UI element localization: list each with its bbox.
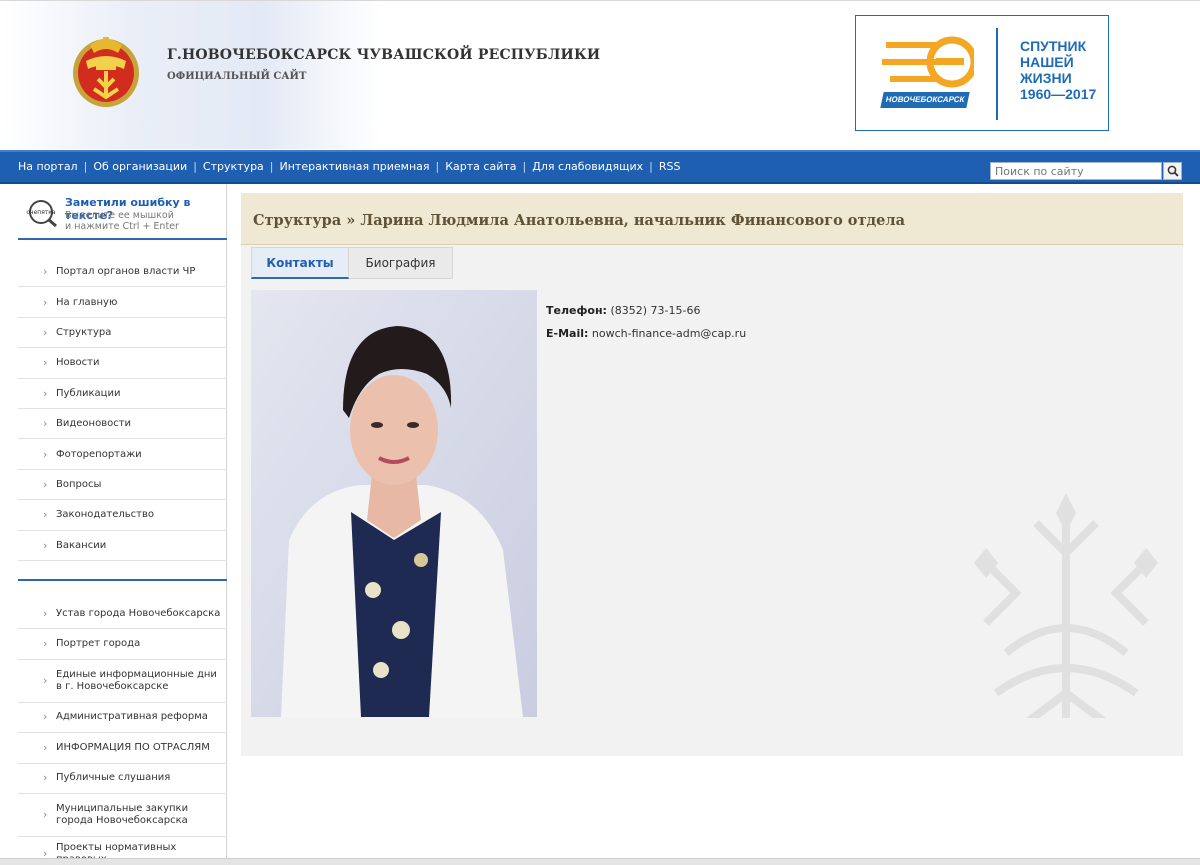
nav-separator: |: [522, 160, 527, 173]
sidebar-item[interactable]: Вакансии: [18, 531, 227, 561]
sidebar-item[interactable]: Портрет города: [18, 629, 227, 660]
main-content: Структура » Ларина Людмила Анатольевна, …: [241, 193, 1183, 756]
sidebar-item[interactable]: Видеоновости: [18, 409, 227, 440]
banner-slogan: СПУТНИК НАШЕЙ ЖИЗНИ 1960—2017: [1020, 38, 1110, 102]
sidebar-item[interactable]: Публикации: [18, 379, 227, 409]
nav-link-about[interactable]: Об организации: [93, 160, 187, 173]
sidebar-item[interactable]: Вопросы: [18, 470, 227, 501]
portrait-photo: [251, 290, 537, 717]
sidebar-item[interactable]: Административная реформа: [18, 703, 227, 734]
typo-hint: Выделите ее мышкой и нажмите Ctrl + Ente…: [65, 210, 179, 232]
typo-report-box: очепятка Заметили ошибку в тексте? Выдел…: [18, 192, 227, 240]
tab-biography[interactable]: Биография: [349, 247, 453, 279]
typo-icon-label: очепятка: [26, 209, 56, 216]
sidebar-item[interactable]: Муниципальные закупки города Новочебокса…: [18, 794, 227, 837]
sidebar-item[interactable]: Новости: [18, 348, 227, 379]
search-button[interactable]: [1163, 162, 1182, 180]
nav-link-sitemap[interactable]: Карта сайта: [445, 160, 516, 173]
sidebar-item[interactable]: ИНФОРМАЦИЯ ПО ОТРАСЛЯМ: [18, 733, 227, 764]
nav-link-reception[interactable]: Интерактивная приемная: [280, 160, 430, 173]
phone-value: (8352) 73-15-66: [610, 304, 701, 317]
nav-link-rss[interactable]: RSS: [659, 160, 681, 173]
sidebar-item[interactable]: На главную: [18, 287, 227, 318]
nav-link-accessibility[interactable]: Для слабовидящих: [532, 160, 643, 173]
search-input[interactable]: [990, 162, 1162, 180]
site-subtitle: ОФИЦИАЛЬНЫЙ САЙТ: [167, 71, 307, 82]
contact-info: Телефон: (8352) 73-15-66 E-Mail: nowch-f…: [546, 299, 746, 345]
sidebar-menu-main: Портал органов власти ЧР На главную Стру…: [18, 257, 227, 561]
content-footer-strip: [241, 718, 1183, 756]
search-icon: [1167, 165, 1179, 177]
sidebar-item[interactable]: Публичные слушания: [18, 764, 227, 794]
top-navigation: На портал | Об организации | Структура |…: [0, 150, 1200, 184]
window-bottom-edge: [0, 858, 1200, 865]
nav-link-portal[interactable]: На портал: [18, 160, 78, 173]
sidebar-item[interactable]: Законодательство: [18, 500, 227, 531]
page-heading-bar: Структура » Ларина Людмила Анатольевна, …: [241, 193, 1183, 245]
sidebar-item[interactable]: Структура: [18, 318, 227, 349]
content-tabs: Контакты Биография: [251, 247, 453, 279]
banner-slogan-line: НАШЕЙ: [1020, 54, 1074, 70]
sidebar-divider: [18, 579, 227, 581]
sidebar-item[interactable]: Портал органов власти ЧР: [18, 257, 227, 288]
page-title: Структура » Ларина Людмила Анатольевна, …: [253, 212, 905, 229]
phone-label: Телефон:: [546, 304, 607, 317]
typo-hint-line: и нажмите Ctrl + Enter: [65, 221, 179, 232]
banner-slogan-line: СПУТНИК: [1020, 38, 1087, 54]
left-sidebar: очепятка Заметили ошибку в тексте? Выдел…: [18, 184, 227, 865]
phone-row: Телефон: (8352) 73-15-66: [546, 299, 746, 322]
banner-slogan-line: 1960—2017: [1020, 86, 1097, 102]
coat-of-arms-icon[interactable]: [70, 31, 142, 109]
site-header: Г.НОВОЧЕБОКСАРСК ЧУВАШСКОЙ РЕСПУБЛИКИ ОФ…: [0, 0, 1200, 149]
nav-separator: |: [435, 160, 440, 173]
email-value[interactable]: nowch-finance-adm@cap.ru: [592, 327, 746, 340]
email-label: E-Mail:: [546, 327, 589, 340]
nav-separator: |: [269, 160, 274, 173]
nav-separator: |: [193, 160, 197, 173]
anniversary-banner[interactable]: НОВОЧЕБОКСАРСК СПУТНИК НАШЕЙ ЖИЗНИ 1960—…: [855, 15, 1109, 131]
banner-slogan-line: ЖИЗНИ: [1020, 70, 1072, 86]
nav-links: На портал | Об организации | Структура |…: [18, 160, 681, 173]
banner-city-label: НОВОЧЕБОКСАРСК: [880, 92, 970, 108]
city-logo-icon: [882, 36, 974, 88]
nav-link-structure[interactable]: Структура: [203, 160, 264, 173]
nav-separator: |: [83, 160, 88, 173]
tab-contacts[interactable]: Контакты: [251, 247, 349, 279]
typo-hint-line: Выделите ее мышкой: [65, 210, 174, 221]
site-title[interactable]: Г.НОВОЧЕБОКСАРСК ЧУВАШСКОЙ РЕСПУБЛИКИ: [167, 47, 600, 63]
sidebar-item[interactable]: Фоторепортажи: [18, 439, 227, 470]
nav-separator: |: [649, 160, 653, 173]
chuvash-tree-ornament-icon: [974, 493, 1158, 743]
sidebar-item[interactable]: Устав города Новочебоксарска: [18, 599, 227, 630]
sidebar-menu-city: Устав города Новочебоксарска Портрет гор…: [18, 599, 227, 865]
sidebar-item[interactable]: Единые информационные дни в г. Новочебок…: [18, 660, 227, 703]
banner-divider: [996, 28, 998, 120]
typo-magnifier-icon: очепятка: [26, 200, 57, 228]
email-row: E-Mail: nowch-finance-adm@cap.ru: [546, 322, 746, 345]
